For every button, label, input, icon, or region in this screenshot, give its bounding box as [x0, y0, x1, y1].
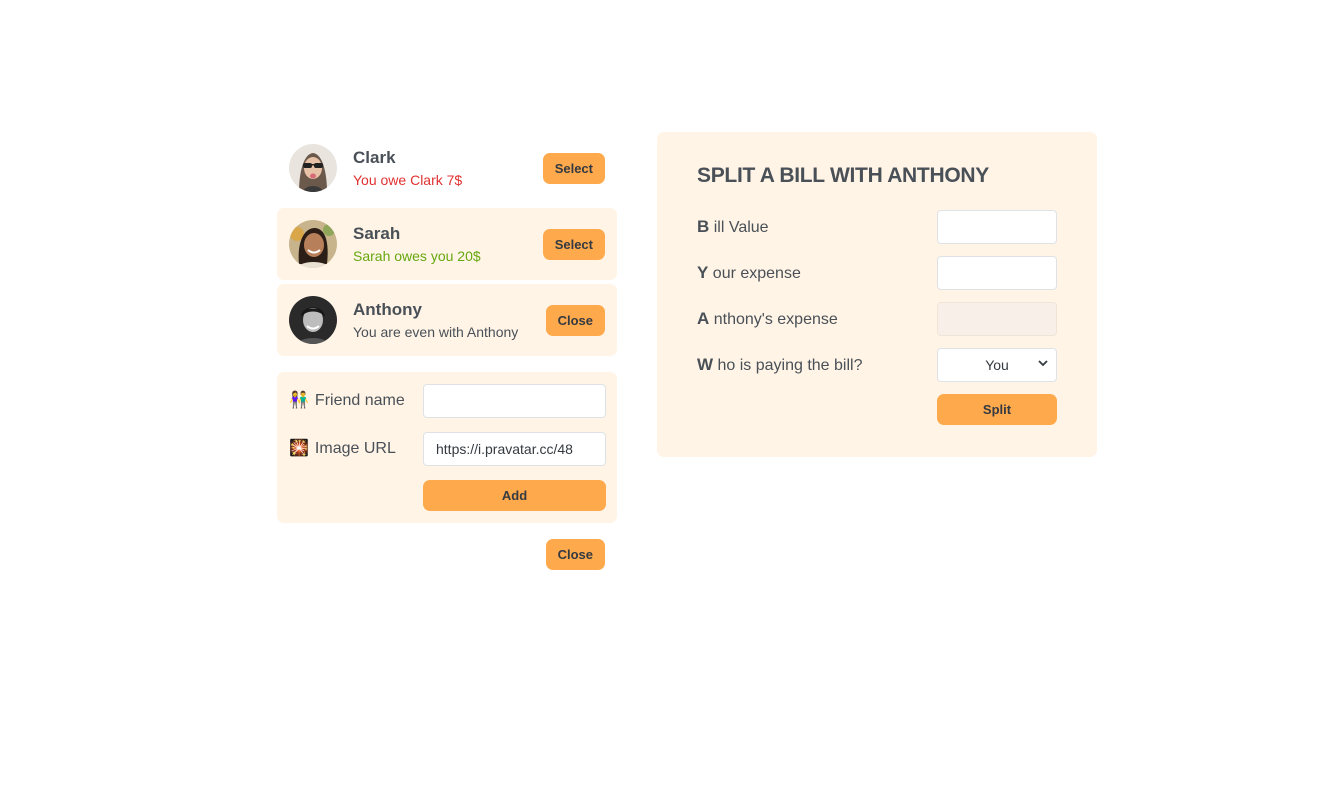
split-bill-form: SPLIT A BILL WITH ANTHONY B ill Value Y …	[657, 132, 1097, 457]
people-emoji-icon: 👫	[289, 392, 309, 410]
close-anthony-button[interactable]: Close	[545, 304, 605, 336]
your-label-cap: Y	[697, 263, 709, 282]
bill-value-label: B ill Value	[697, 217, 937, 237]
add-friend-form: 👫 Friend name 🎇 Image URL Add	[277, 372, 617, 523]
image-url-input[interactable]	[423, 432, 606, 466]
sidebar: Clark You owe Clark 7$ Select Sarah Sara…	[277, 132, 617, 570]
friend-item-anthony: Anthony You are even with Anthony Close	[277, 284, 617, 356]
your-expense-input[interactable]	[937, 256, 1057, 290]
split-button-row: Split	[697, 394, 1057, 425]
close-form-button[interactable]: Close	[545, 539, 605, 570]
payer-select[interactable]: You	[937, 348, 1057, 382]
your-expense-label: Y our expense	[697, 263, 937, 283]
avatar-clark	[289, 144, 337, 192]
friend-info: Clark You owe Clark 7$	[353, 148, 527, 188]
friend-expense-row: A nthony's expense	[697, 302, 1057, 336]
image-url-label-text: Image URL	[314, 440, 396, 458]
add-friend-button[interactable]: Add	[423, 480, 606, 511]
payer-label: W ho is paying the bill?	[697, 355, 937, 375]
friends-list: Clark You owe Clark 7$ Select Sarah Sara…	[277, 132, 617, 356]
bill-label-cap: B	[697, 217, 710, 236]
friend-expense-input	[937, 302, 1057, 336]
avatar-anthony	[289, 296, 337, 344]
bill-value-row: B ill Value	[697, 210, 1057, 244]
app: Clark You owe Clark 7$ Select Sarah Sara…	[277, 132, 1097, 570]
friend-name-input[interactable]	[423, 384, 606, 418]
payer-label-rest: ho is paying the bill?	[713, 357, 863, 374]
friend-item-clark: Clark You owe Clark 7$ Select	[277, 132, 617, 204]
payer-selected-value: You	[985, 357, 1009, 373]
friend-info: Anthony You are even with Anthony	[353, 300, 530, 340]
sparkle-emoji-icon: 🎇	[289, 440, 309, 458]
your-expense-row: Y our expense	[697, 256, 1057, 290]
payer-label-cap: W	[697, 355, 714, 374]
friend-balance: Sarah owes you 20$	[353, 248, 481, 264]
friend-name: Sarah	[353, 224, 401, 243]
friend-expense-label: A nthony's expense	[697, 309, 937, 329]
friend-balance: You owe Clark 7$	[353, 172, 463, 188]
select-clark-button[interactable]: Select	[542, 152, 605, 184]
friend-name: Anthony	[353, 300, 422, 319]
friend-item-sarah: Sarah Sarah owes you 20$ Select	[277, 208, 617, 280]
friend-label-cap: A	[697, 309, 710, 328]
friend-info: Sarah Sarah owes you 20$	[353, 224, 527, 264]
split-title: SPLIT A BILL WITH ANTHONY	[697, 164, 989, 187]
bill-label-rest: ill Value	[709, 219, 769, 236]
your-label-rest: our expense	[708, 265, 801, 282]
friend-name-label-text: Friend name	[314, 392, 405, 410]
friend-name-label: 👫 Friend name	[289, 390, 419, 412]
image-url-label: 🎇 Image URL	[289, 438, 419, 460]
split-button[interactable]: Split	[937, 394, 1057, 425]
friend-balance: You are even with Anthony	[353, 324, 519, 340]
friend-name: Clark	[353, 148, 396, 167]
close-row: Close	[277, 539, 617, 570]
avatar-sarah	[289, 220, 337, 268]
chevron-down-icon	[1038, 358, 1048, 371]
friend-label-rest: nthony's expense	[709, 311, 838, 328]
select-sarah-button[interactable]: Select	[542, 228, 605, 260]
payer-row: W ho is paying the bill? You	[697, 348, 1057, 382]
bill-value-input[interactable]	[937, 210, 1057, 244]
